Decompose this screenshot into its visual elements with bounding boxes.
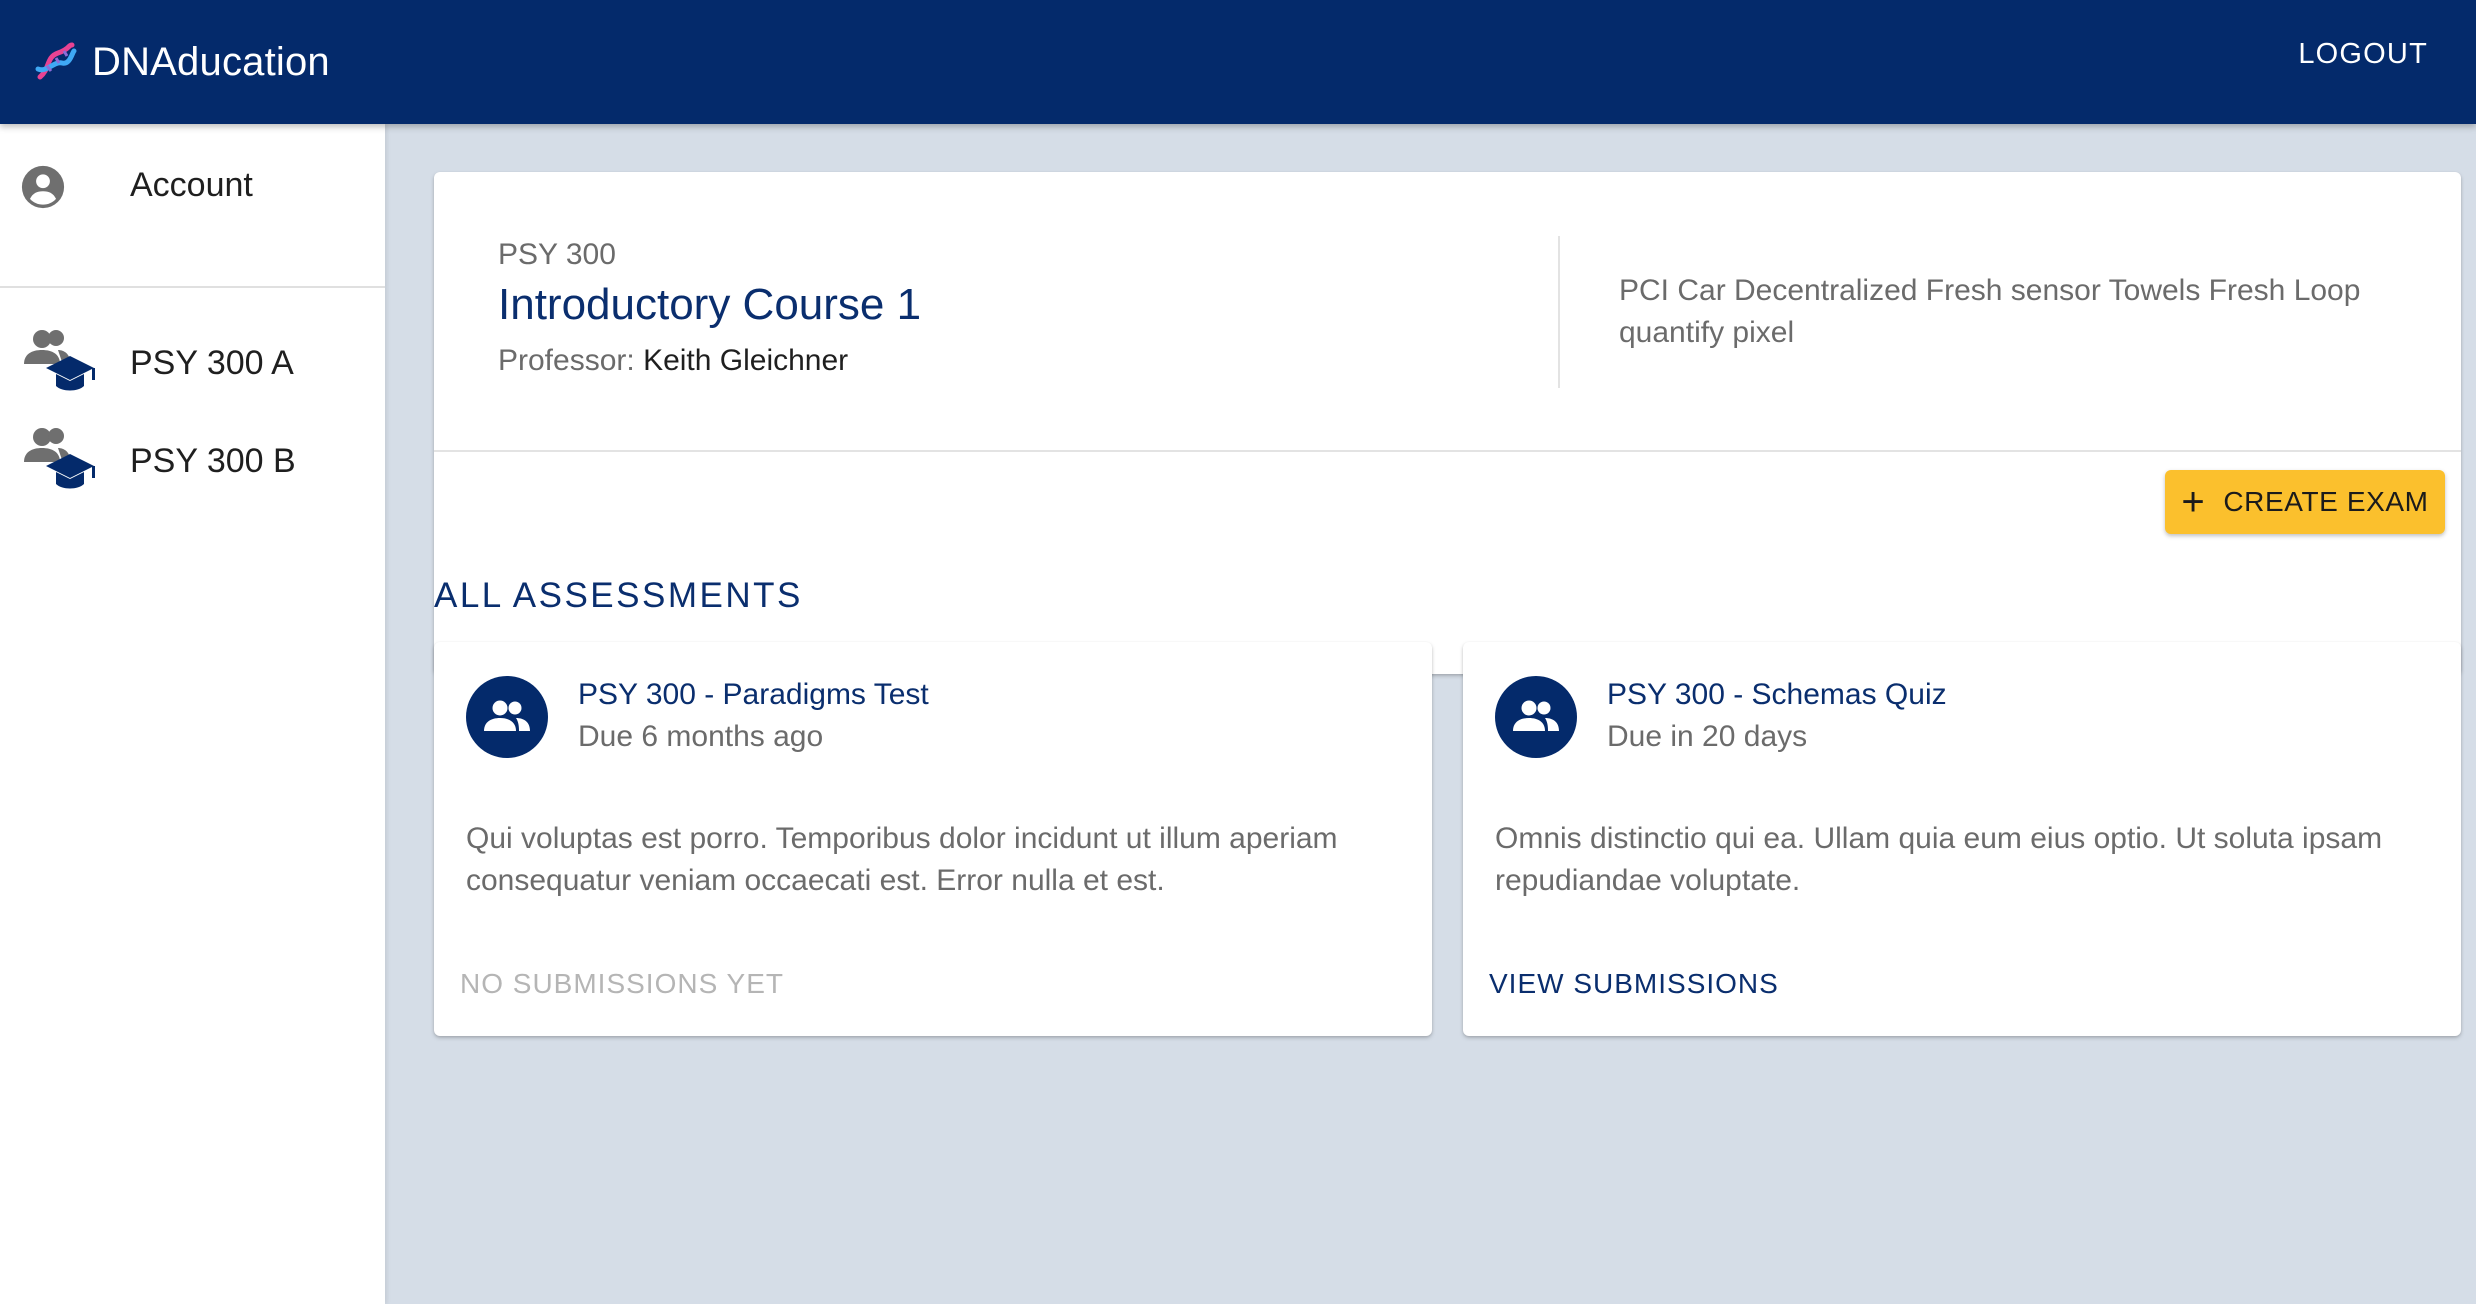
create-exam-label: CREATE EXAM	[2223, 486, 2429, 517]
plus-icon: +	[2181, 480, 2206, 524]
group-icon	[484, 700, 530, 731]
class-group-icon	[24, 330, 95, 391]
card-divider	[434, 450, 2461, 452]
no-submissions-button: NO SUBMISSIONS YET	[460, 968, 784, 999]
assessment-title[interactable]: PSY 300 - Paradigms Test	[578, 678, 929, 712]
assessment-due: Due in 20 days	[1607, 720, 1808, 753]
section-title: ALL ASSESSMENTS	[434, 576, 803, 615]
sidebar-item-label: Account	[130, 166, 253, 204]
create-exam-button[interactable]: + CREATE EXAM	[2165, 470, 2445, 534]
app-bar: DNAducation LOGOUT	[0, 0, 2476, 124]
vertical-divider	[1558, 236, 1560, 388]
main-content: PSY 300 Introductory Course 1 Professor:…	[385, 124, 2476, 1304]
logout-button[interactable]: LOGOUT	[2298, 38, 2428, 71]
assessment-description: Qui voluptas est porro. Temporibus dolor…	[466, 822, 1338, 897]
sidebar-item-psy300b[interactable]: PSY 300 B	[0, 422, 385, 502]
account-circle-icon	[21, 165, 65, 209]
assessment-due: Due 6 months ago	[578, 720, 824, 753]
brand[interactable]: DNAducation	[32, 39, 330, 85]
assessment-description: Omnis distinctio qui ea. Ullam quia eum …	[1495, 822, 2383, 897]
sidebar-divider	[0, 286, 385, 288]
course-code: PSY 300	[498, 238, 616, 271]
sidebar-item-label: PSY 300 B	[130, 442, 296, 480]
sidebar-item-label: PSY 300 A	[130, 344, 294, 382]
avatar	[466, 676, 548, 758]
assessment-title[interactable]: PSY 300 - Schemas Quiz	[1607, 678, 1947, 712]
course-title: Introductory Course 1	[498, 280, 922, 329]
avatar	[1495, 676, 1577, 758]
sidebar-item-account[interactable]: Account	[0, 154, 385, 218]
assessment-card: PSY 300 - Paradigms Test Due 6 months ag…	[434, 642, 1432, 1036]
course-description: PCI Car Decentralized Fresh sensor Towel…	[1619, 274, 2361, 349]
class-group-icon	[24, 428, 95, 489]
professor-name: Keith Gleichner	[643, 344, 849, 377]
professor-label: Professor:	[498, 344, 635, 377]
course-professor: Professor: Keith Gleichner	[498, 344, 848, 378]
sidebar: Account PSY 300 A PSY 300 B	[0, 124, 385, 1304]
view-submissions-button[interactable]: VIEW SUBMISSIONS	[1489, 968, 1779, 1000]
brand-name: DNAducation	[92, 39, 330, 84]
assessment-card: PSY 300 - Schemas Quiz Due in 20 days Om…	[1463, 642, 2461, 1036]
sidebar-item-psy300a[interactable]: PSY 300 A	[0, 324, 385, 404]
group-icon	[1513, 700, 1559, 731]
dna-logo-icon	[35, 42, 77, 80]
